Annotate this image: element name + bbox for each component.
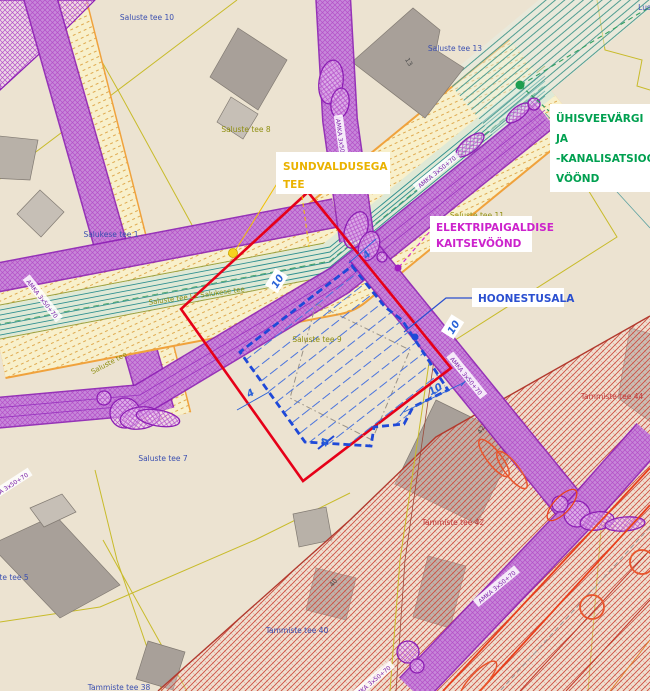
map-svg: AMKA 3x50+70 AMKA 3x50+70 AMKA 3x50+70 A… — [0, 0, 650, 691]
parcel-label-saluste-tee-9: Saluste tee 9 — [292, 335, 342, 344]
zone-label-line: HOONESTUSALA — [478, 293, 575, 305]
water-zone-point — [516, 81, 525, 90]
zone-label-line: KAITSEVÖÖND — [436, 236, 522, 250]
parcel-label-saluste-tee-7: Saluste tee 7 — [138, 454, 188, 463]
planning-map-canvas[interactable]: AMKA 3x50+70 AMKA 3x50+70 AMKA 3x50+70 A… — [0, 0, 650, 691]
parcel-label-saluste-tee-8: Saluste tee 8 — [221, 125, 271, 134]
parcel-label-saluste-tee-13: Saluste tee 13 — [428, 44, 482, 53]
zone-label-line: -KANALISATSIOONI — [556, 153, 650, 165]
zone-label-line: TEE — [283, 179, 305, 191]
building-area-point — [412, 334, 419, 341]
parcel-label-saluste-tee-10: Saluste tee 10 — [120, 13, 174, 22]
zone-label-line: ÜHISVEEVÄRGI — [556, 111, 643, 125]
parcel-label-tammiste-tee-44: Tammiste tee 44 — [580, 392, 644, 401]
sundvaldusega-point — [229, 249, 238, 258]
zone-label-sundvaldusega-tee: SUNDVALDUSEGA TEE — [276, 152, 390, 194]
parcel-label-tammiste-tee-42: Tammiste tee 42 — [421, 518, 485, 527]
zone-label-line: ELEKTRIPAIGALDISE — [436, 222, 554, 234]
parcel-label-tammiste-tee-38: Tammiste tee 38 — [87, 683, 151, 691]
parcel-label-tammiste-tee-40: Tammiste tee 40 — [265, 626, 329, 635]
zone-label-line: SUNDVALDUSEGA — [283, 161, 388, 173]
parcel-label-salukese-tee-1: Salukese tee 1 — [83, 230, 138, 239]
zone-label-line: VÖÖND — [556, 171, 600, 185]
parcel-label-lust: Lust — [638, 3, 650, 12]
zone-label-uhisveevark: ÜHISVEEVÄRGI JA -KANALISATSIOONI VÖÖND — [550, 104, 650, 192]
zone-label-line: JA — [555, 133, 569, 145]
parcel-label-saluste-tee-5: Saluste tee 5 — [0, 573, 29, 582]
zone-label-hoonestusala: HOONESTUSALA — [472, 288, 575, 307]
electric-zone-point — [395, 265, 402, 272]
